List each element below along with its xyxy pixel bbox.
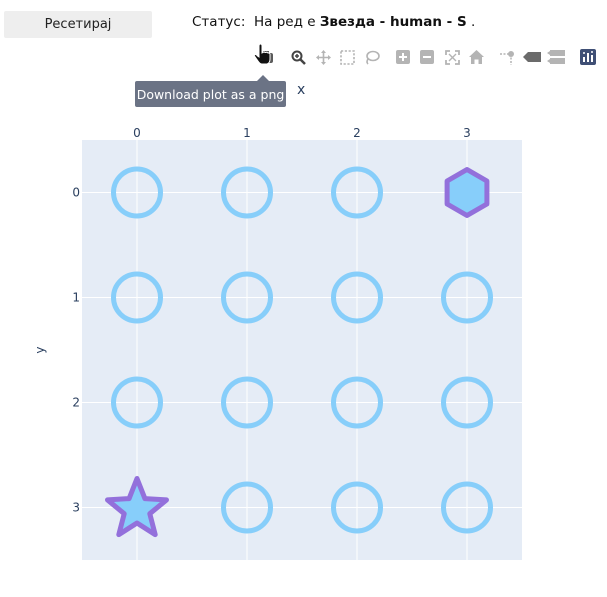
y-tick-label: 1 (72, 291, 80, 305)
x-axis-title: x (297, 82, 306, 98)
y-tick-label: 0 (72, 186, 80, 200)
x-tick-label: 2 (353, 126, 361, 140)
x-tick-labels: 0 1 2 3 (133, 126, 471, 140)
y-tick-label: 2 (72, 396, 80, 410)
x-tick-label: 1 (243, 126, 251, 140)
x-tick-label: 0 (133, 126, 141, 140)
y-axis-title: y (33, 346, 47, 353)
x-tick-label: 3 (463, 126, 471, 140)
hand-cursor-icon (253, 44, 271, 65)
y-tick-label: 3 (72, 501, 80, 515)
y-tick-labels: 0 1 2 3 (72, 186, 80, 515)
download-tooltip: Download plot as a png (135, 75, 286, 107)
hexagon-marker[interactable] (444, 167, 490, 218)
